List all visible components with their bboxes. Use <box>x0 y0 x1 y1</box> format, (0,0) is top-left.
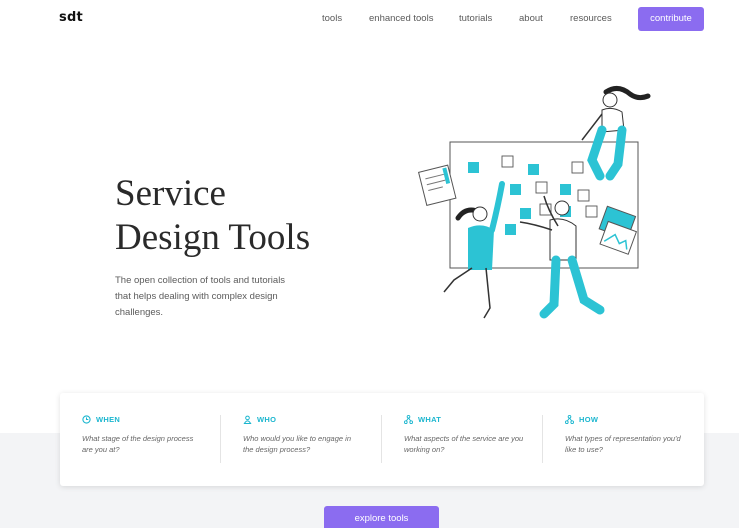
hero-title-line-1: Service <box>115 173 226 214</box>
user-icon <box>243 415 252 424</box>
nav-link-enhanced-tools[interactable]: enhanced tools <box>369 13 433 24</box>
nav-link-tools[interactable]: tools <box>322 13 342 24</box>
filter-how-label: HOW <box>579 415 599 424</box>
divider <box>220 415 221 463</box>
hero-title: Service Design Tools <box>115 172 385 260</box>
filter-when-header: WHEN <box>82 415 202 424</box>
explore-tools-button[interactable]: explore tools <box>324 506 439 528</box>
filter-how-header: HOW <box>565 415 685 424</box>
nav-link-tutorials[interactable]: tutorials <box>459 13 492 24</box>
filter-what-label: WHAT <box>418 415 442 424</box>
hero-subtitle-line-3: challenges. <box>115 307 164 318</box>
filter-how-question: What types of representation you'd like … <box>565 434 681 454</box>
hero-subtitle-line-1: The open collection of tools and tutoria… <box>115 275 286 286</box>
divider <box>381 415 382 463</box>
tool-filter-card: WHEN What stage of the design process ar… <box>60 393 704 486</box>
network-icon <box>404 415 413 424</box>
hero-subtitle-line-2: that helps dealing with complex design <box>115 291 278 302</box>
hero-title-line-2: Design Tools <box>115 217 311 258</box>
nav-link-about[interactable]: about <box>519 13 543 24</box>
filter-who-header: WHO <box>243 415 363 424</box>
contribute-button[interactable]: contribute <box>638 7 704 31</box>
filter-who[interactable]: WHO Who would you like to engage in the … <box>243 415 363 455</box>
filter-when[interactable]: WHEN What stage of the design process ar… <box>82 415 202 455</box>
filter-what[interactable]: WHAT What aspects of the service are you… <box>404 415 524 455</box>
filter-who-question: Who would you like to engage in the desi… <box>243 434 351 454</box>
filter-what-header: WHAT <box>404 415 524 424</box>
site-logo[interactable]: sdt <box>59 10 83 25</box>
top-nav-bar: sdt tools enhanced tools tutorials about… <box>0 0 739 38</box>
network-icon <box>565 415 574 424</box>
divider <box>542 415 543 463</box>
filter-how[interactable]: HOW What types of representation you'd l… <box>565 415 685 455</box>
hero-subtitle: The open collection of tools and tutoria… <box>115 273 315 321</box>
hero-illustration <box>417 86 651 319</box>
filter-when-question: What stage of the design process are you… <box>82 434 194 454</box>
filter-when-label: WHEN <box>96 415 121 424</box>
filter-who-label: WHO <box>257 415 277 424</box>
filter-what-question: What aspects of the service are you work… <box>404 434 524 454</box>
clock-icon <box>82 415 91 424</box>
nav-link-resources[interactable]: resources <box>570 13 612 24</box>
